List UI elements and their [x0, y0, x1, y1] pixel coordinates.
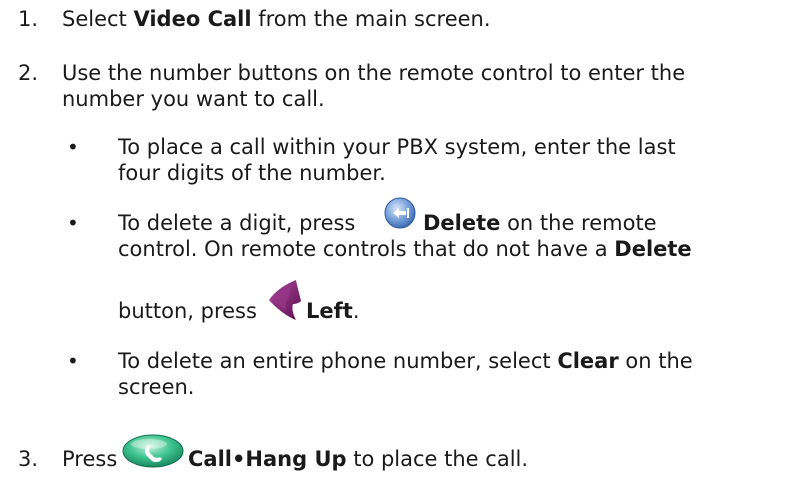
- bullet-2-line-1: To delete a digit, press: [118, 211, 356, 235]
- call-hang-up-button-icon: [122, 434, 184, 468]
- delete-label: Delete: [423, 211, 501, 235]
- bullet-1-line-2: four digits of the number.: [118, 161, 386, 185]
- step-2-number: 2.: [18, 61, 39, 85]
- clear-label: Clear: [557, 349, 619, 373]
- delete-button-icon: [384, 197, 416, 229]
- bullet-2-line-2: control. On remote controls that do not …: [118, 237, 692, 261]
- step-2-line-1: Use the number buttons on the remote con…: [62, 61, 686, 85]
- bullet-3-marker: •: [67, 349, 79, 373]
- step-3-text-pre: Press: [62, 447, 118, 471]
- bullet-2-line-3: button, press: [118, 299, 257, 323]
- step-1-number: 1.: [18, 7, 39, 31]
- bullet-2-line-1-rest: Delete on the remote: [423, 211, 657, 235]
- bullet-1-line-1: To place a call within your PBX system, …: [118, 135, 676, 159]
- step-2-line-2: number you want to call.: [62, 87, 325, 111]
- bullet-3-line-1: To delete an entire phone number, select…: [118, 349, 693, 373]
- left-arrow-button-icon: [269, 280, 301, 320]
- bullet-2-line-3-rest: Left.: [306, 299, 360, 323]
- call-hang-up-label: Call•Hang Up: [188, 447, 347, 471]
- bullet-2-marker: •: [67, 211, 79, 235]
- step-3-text-rest: Call•Hang Up to place the call.: [188, 447, 529, 471]
- video-call-label: Video Call: [133, 7, 252, 31]
- bullet-3-line-2: screen.: [118, 375, 195, 399]
- step-1-text: Select Video Call from the main screen.: [62, 7, 491, 31]
- delete-label-2: Delete: [614, 237, 692, 261]
- bullet-1-marker: •: [67, 135, 79, 159]
- left-label: Left: [306, 299, 353, 323]
- step-3-number: 3.: [18, 447, 39, 471]
